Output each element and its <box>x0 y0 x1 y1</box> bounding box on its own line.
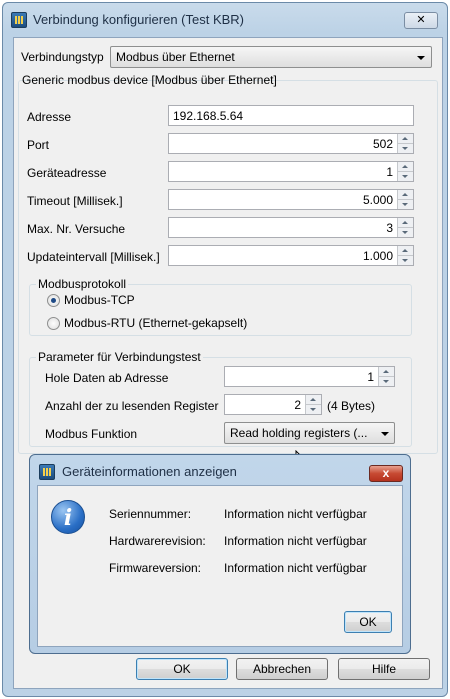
chevron-down-icon <box>381 432 389 436</box>
port-spinner[interactable] <box>397 134 413 153</box>
timeout-value: 5.000 <box>362 193 393 207</box>
device-address-label: Geräteadresse <box>27 166 107 180</box>
test-params-title: Parameter für Verbindungstest <box>36 350 203 364</box>
close-button[interactable]: ✕ <box>404 12 438 29</box>
spin-down-icon[interactable] <box>379 377 394 386</box>
register-count-stepper[interactable]: 2 <box>224 394 322 415</box>
start-address-spinner[interactable] <box>378 367 394 386</box>
device-section-title: Generic modbus device [Modbus über Ether… <box>22 73 277 87</box>
port-stepper[interactable]: 502 <box>168 133 414 154</box>
register-count-spinner[interactable] <box>305 395 321 414</box>
radio-modbus-tcp[interactable] <box>47 294 60 307</box>
spin-up-icon[interactable] <box>306 395 321 405</box>
help-button[interactable]: Hilfe <box>338 658 430 680</box>
ok-button-label: OK <box>173 662 191 676</box>
spin-up-icon[interactable] <box>398 162 413 172</box>
address-input[interactable]: 192.168.5.64 <box>168 105 414 126</box>
chevron-down-icon <box>417 56 425 60</box>
ok-button[interactable]: OK <box>136 658 228 680</box>
protocol-title: Modbusprotokoll <box>36 277 129 291</box>
spin-down-icon[interactable] <box>398 172 413 181</box>
address-value: 192.168.5.64 <box>173 109 244 123</box>
modbus-function-value: Read holding registers (... <box>230 426 368 440</box>
spin-up-icon[interactable] <box>398 246 413 256</box>
update-interval-stepper[interactable]: 1.000 <box>168 245 414 266</box>
cancel-button-label: Abbrechen <box>252 662 312 676</box>
timeout-label: Timeout [Millisek.] <box>27 194 123 208</box>
app-icon <box>39 464 55 480</box>
firmware-version-value: Information nicht verfügbar <box>224 561 367 575</box>
modal-ok-label: OK <box>359 615 377 629</box>
spin-down-icon[interactable] <box>398 144 413 153</box>
connection-type-label: Verbindungstyp <box>21 50 104 64</box>
connection-type-value: Modbus über Ethernet <box>116 50 235 64</box>
port-label: Port <box>27 138 50 152</box>
radio-modbus-rtu-label[interactable]: Modbus-RTU (Ethernet-gekapselt) <box>64 316 247 330</box>
spin-down-icon[interactable] <box>306 405 321 414</box>
radio-modbus-tcp-label[interactable]: Modbus-TCP <box>64 293 135 307</box>
hardware-revision-value: Information nicht verfügbar <box>224 534 367 548</box>
close-icon: ✕ <box>416 14 426 26</box>
device-info-dialog: Geräteinformationen anzeigen x i Serienn… <box>29 454 411 654</box>
update-interval-label: Updateintervall [Millisek.] <box>27 250 160 264</box>
serial-number-label: Seriennummer: <box>109 507 192 521</box>
spin-up-icon[interactable] <box>398 190 413 200</box>
modal-title: Geräteinformationen anzeigen <box>62 464 237 479</box>
update-interval-value: 1.000 <box>362 249 393 263</box>
start-address-stepper[interactable]: 1 <box>224 366 395 387</box>
modal-close-button[interactable]: x <box>369 465 403 482</box>
max-tries-spinner[interactable] <box>397 218 413 237</box>
serial-number-value: Information nicht verfügbar <box>224 507 367 521</box>
spin-up-icon[interactable] <box>398 218 413 228</box>
max-tries-label: Max. Nr. Versuche <box>27 222 126 236</box>
address-label: Adresse <box>27 110 72 124</box>
register-count-suffix: (4 Bytes) <box>327 399 376 413</box>
radio-modbus-rtu[interactable] <box>47 317 60 330</box>
max-tries-stepper[interactable]: 3 <box>168 217 414 238</box>
app-icon <box>11 12 27 28</box>
connection-type-select[interactable]: Modbus über Ethernet <box>110 46 432 68</box>
start-address-label: Hole Daten ab Adresse <box>45 371 169 385</box>
modal-ok-button[interactable]: OK <box>344 611 392 633</box>
device-address-value: 1 <box>386 165 393 179</box>
start-address-value: 1 <box>367 370 374 384</box>
modbus-function-select[interactable]: Read holding registers (... <box>224 422 395 444</box>
info-icon: i <box>51 500 85 534</box>
spin-down-icon[interactable] <box>398 228 413 237</box>
cancel-button[interactable]: Abbrechen <box>236 658 328 680</box>
help-button-label: Hilfe <box>371 662 396 676</box>
spin-up-icon[interactable] <box>379 367 394 377</box>
device-address-spinner[interactable] <box>397 162 413 181</box>
modbus-function-label: Modbus Funktion <box>45 427 138 441</box>
timeout-stepper[interactable]: 5.000 <box>168 189 414 210</box>
window-title: Verbindung konfigurieren (Test KBR) <box>33 12 245 27</box>
spin-down-icon[interactable] <box>398 200 413 209</box>
register-count-label: Anzahl der zu lesenden Register <box>45 399 219 413</box>
register-count-value: 2 <box>294 398 301 412</box>
device-address-stepper[interactable]: 1 <box>168 161 414 182</box>
max-tries-value: 3 <box>386 221 393 235</box>
modal-client-area: i Seriennummer: Information nicht verfüg… <box>37 485 403 647</box>
spin-down-icon[interactable] <box>398 256 413 265</box>
firmware-version-label: Firmwareversion: <box>109 561 202 575</box>
hardware-revision-label: Hardwarerevision: <box>109 534 206 548</box>
spin-up-icon[interactable] <box>398 134 413 144</box>
timeout-spinner[interactable] <box>397 190 413 209</box>
update-interval-spinner[interactable] <box>397 246 413 265</box>
port-value: 502 <box>372 137 393 151</box>
close-icon: x <box>382 466 390 480</box>
